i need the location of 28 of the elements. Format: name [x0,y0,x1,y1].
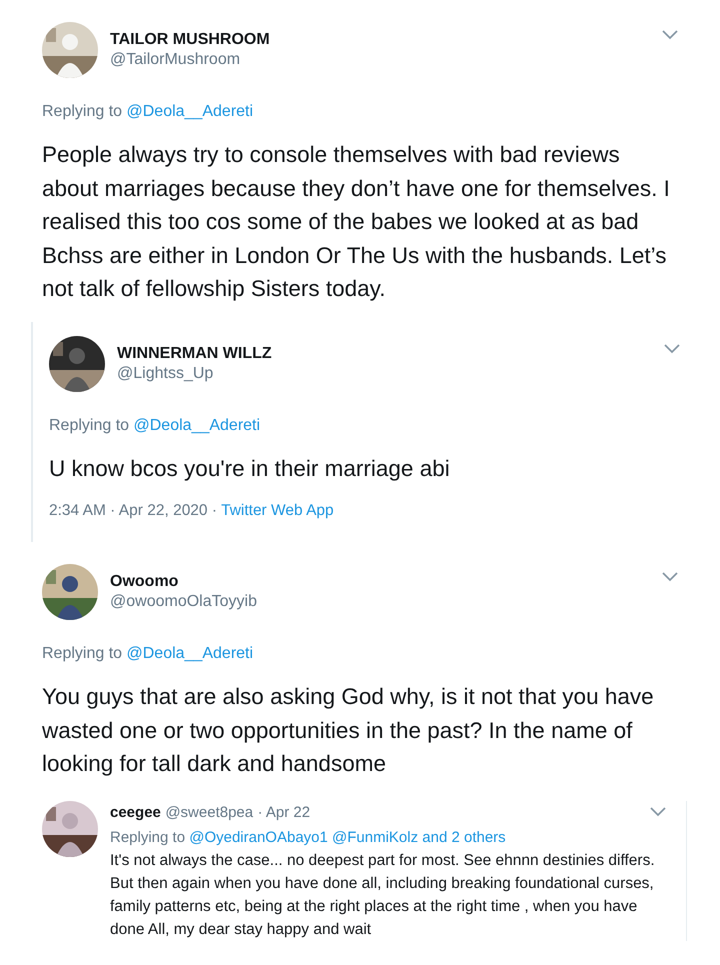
mention-link[interactable]: @Deola__Adereti [126,645,254,662]
tweet-date[interactable]: · Apr 22 [258,804,310,821]
user-handle[interactable]: @sweet8pea [165,804,254,821]
user-handle[interactable]: @TailorMushroom [110,50,270,70]
tweet-text: People always try to console themselves with bad reviews about marriages because they don’t have one for themselves. I realised this too cos some of the babes we looked at as bad Bchss are either in London Or The Us with the husbands. Let’s not talk of fellowship Sisters today. [42,141,671,303]
mention-link[interactable]: @Deola__Adereti [134,416,260,434]
user-name[interactable]: ceegee [110,804,161,821]
user-name[interactable]: TAILOR MUSHROOM [110,30,270,50]
user-handle[interactable]: @owoomoOlaToyyib [110,592,257,612]
user-name[interactable]: WINNERMAN WILLZ [117,344,272,364]
separator-dot: · [212,502,218,519]
chevron-down-icon[interactable] [650,806,666,817]
replying-label: Replying to [49,416,130,434]
replying-label: Replying to [42,103,122,120]
replying-label: Replying to [42,645,122,662]
chevron-down-icon[interactable] [662,572,678,582]
timestamp[interactable]: 2:34 AM · Apr 22, 2020 [49,502,208,519]
tweet-text: It's not always the case... no deepest part for most. See ehnnn destinies differs. But then again when you have done all, including breaking foundational curses, family patterns etc, being at the right places at the right time , when you have done All, my dear stay happy and wait [110,851,656,940]
chevron-down-icon[interactable] [662,30,678,40]
tweet-text: You guys that are also asking God why, is it not that you have wasted one or two opportunities in the past? In the name of looking for tall dark and handsome [42,683,655,778]
replying-label: Replying to [110,828,186,846]
user-name[interactable]: Owoomo [110,572,257,592]
tweet-text: U know bcos you're in their marriage abi [49,454,451,483]
user-handle[interactable]: @Lightss_Up [117,364,272,384]
source-link[interactable]: Twitter Web App [221,502,334,519]
mention-link[interactable]: @OyediranOAbayo1 @FunmiKolz and 2 others [189,828,506,846]
chevron-down-icon[interactable] [664,344,680,354]
mention-link[interactable]: @Deola__Adereti [126,103,254,120]
